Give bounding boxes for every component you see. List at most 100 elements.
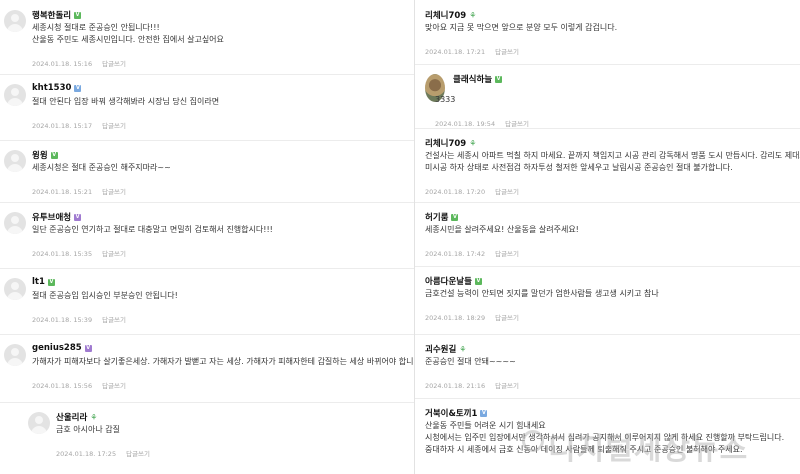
comment-line: 절대 안된다 입장 바꿔 생각해봐라 시장님 당신 집이라면 — [32, 97, 220, 106]
member-badge-icon: V — [50, 151, 58, 159]
comment-author[interactable]: 윙윙 V — [32, 149, 58, 161]
reply-button[interactable]: 답글쓰기 — [102, 316, 126, 324]
comment-meta: 2024.01.18. 17:42 답글쓰기 — [425, 248, 519, 258]
comment-author[interactable]: 괴수원길 ⚘ — [425, 343, 466, 355]
reply-button[interactable]: 답글쓰기 — [495, 382, 519, 390]
watermark-logo-icon — [522, 430, 544, 452]
comment-author[interactable]: 클래식하늘 V — [453, 73, 503, 85]
comment-author-name[interactable]: 클래식하늘 — [453, 73, 492, 85]
comment-author-name[interactable]: 산울리라 — [56, 411, 87, 423]
watermark: 디지털세상뉴스 — [548, 432, 749, 467]
comment-author[interactable]: 리체니709 ⚘ — [425, 9, 476, 21]
comment-author-name[interactable]: kht1530 — [32, 83, 71, 93]
comment-item: 허기룸 V 세종시민을 살려주세요! 산울동을 살려주세요! 2024.01.18. … — [415, 202, 800, 267]
comment-author[interactable]: 유투브애청 V — [32, 211, 82, 223]
avatar[interactable] — [4, 84, 26, 106]
reply-button[interactable]: 답글쓰기 — [102, 382, 126, 390]
comment-line: 맞아요 지금 못 막으면 앞으로 분양 모두 이렇게 갑겁니다. — [425, 23, 618, 32]
comment-author-name[interactable]: 유투브애청 — [32, 211, 71, 223]
avatar[interactable] — [4, 150, 26, 172]
member-badge-icon: V — [47, 278, 55, 286]
reply-button[interactable]: 답글쓰기 — [126, 450, 150, 458]
comment-author-name[interactable]: 괴수원길 — [425, 343, 456, 355]
comment-text: 일단 준공승인 연기하고 절대로 대충말고 면밀히 검토해서 진행합시다!!! — [32, 224, 273, 236]
comment-line: 가해자가 피해자보다 살기좋은세상. 가해자가 발뻗고 자는 세상. 가해자가 … — [32, 357, 414, 366]
comment-author[interactable]: 산울리라 ⚘ — [56, 411, 97, 423]
leaf-badge-icon: ⚘ — [459, 344, 467, 354]
comment-author-name[interactable]: 리체니709 — [425, 9, 466, 21]
comment-line: 금호건설 능력이 안되면 짓지를 말던가 엄한사람들 생고생 시키고 참나 — [425, 289, 659, 298]
comment-item: 산울리라 ⚘ 금호 아시아나 갑질 2024.01.18. 17:25 답글쓰기 — [0, 402, 414, 474]
reply-button[interactable]: 답글쓰기 — [495, 314, 519, 322]
comment-meta: 2024.01.18. 17:20 답글쓰기 — [425, 186, 519, 196]
comment-line: 미시공 하자 상태로 사전점검 하자투성 철저한 앞세우고 날림시공 준공승인 … — [425, 163, 733, 172]
comment-line: 준공승인 절대 안돼~~~~ — [425, 357, 516, 366]
member-badge-icon: V — [74, 84, 82, 92]
comment-item: 괴수원길 ⚘ 준공승인 절대 안돼~~~~ 2024.01.18. 21:16 답글쓰기 — [415, 334, 800, 399]
comment-author-name[interactable]: 아름다운날들 — [425, 275, 472, 287]
comment-author-name[interactable]: 행복한돌리 — [32, 9, 71, 21]
comment-item: 유투브애청 V 일단 준공승인 연기하고 절대로 대충말고 면밀히 검토해서 진행합… — [0, 202, 414, 269]
comment-date: 2024.01.18. 17:42 — [425, 250, 486, 258]
comment-author[interactable]: 허기룸 V — [425, 211, 459, 223]
comment-meta: 2024.01.18. 17:25 답글쓰기 — [56, 448, 150, 458]
comment-text: 건설사는 세종시 아파트 먹칠 하지 마세요. 끝까지 책임지고 시공 관리 감… — [425, 150, 800, 174]
comment-author[interactable]: 거북이&토끼1 V — [425, 407, 488, 419]
member-badge-icon: V — [74, 11, 82, 19]
reply-button[interactable]: 답글쓰기 — [495, 48, 519, 56]
comment-author[interactable]: lt1 V — [32, 277, 55, 287]
reply-button[interactable]: 답글쓰기 — [102, 122, 126, 130]
leaf-badge-icon: ⚘ — [469, 138, 477, 148]
member-badge-icon: V — [474, 277, 482, 285]
comment-item: 클래식하늘 V 3333 2024.01.18. 19:54 답글쓰기 — [415, 64, 800, 129]
comment-author[interactable]: genius285 V — [32, 343, 92, 353]
comment-line: 세종시청은 절대 준공승인 해주지마라~~ — [32, 163, 171, 172]
reply-button[interactable]: 답글쓰기 — [505, 120, 529, 128]
comment-text: 맞아요 지금 못 막으면 앞으로 분양 모두 이렇게 갑겁니다. — [425, 22, 617, 34]
comment-date: 2024.01.18. 15:17 — [32, 122, 93, 130]
comment-date: 2024.01.18. 18:29 — [425, 314, 486, 322]
member-badge-icon: V — [84, 344, 92, 352]
comment-line: 산울동 주민도 세종시민입니다. 안전한 집에서 살고싶어요 — [32, 35, 224, 44]
reply-button[interactable]: 답글쓰기 — [102, 188, 126, 196]
comment-line: 세종시민을 살려주세요! 산울동을 살려주세요! — [425, 225, 579, 234]
comment-author-name[interactable]: 리체니709 — [425, 137, 466, 149]
comment-author-name[interactable]: 거북이&토끼1 — [425, 407, 477, 419]
avatar[interactable] — [4, 212, 26, 234]
comment-author[interactable]: 리체니709 ⚘ — [425, 137, 476, 149]
comment-item: genius285 V 가해자가 피해자보다 살기좋은세상. 가해자가 발뻗고 자는… — [0, 334, 414, 403]
comment-author-name[interactable]: 허기룸 — [425, 211, 448, 223]
comment-author[interactable]: 아름다운날들 V — [425, 275, 482, 287]
comment-author[interactable]: kht1530 V — [32, 83, 82, 93]
comment-meta: 2024.01.18. 18:29 답글쓰기 — [425, 312, 519, 322]
comment-date: 2024.01.18. 17:21 — [425, 48, 486, 56]
comment-author[interactable]: 행복한돌리 V — [32, 9, 82, 21]
comment-author-name[interactable]: 윙윙 — [32, 149, 48, 161]
comment-meta: 2024.01.18. 21:16 답글쓰기 — [425, 380, 519, 390]
comment-meta: 2024.01.18. 15:56 답글쓰기 — [32, 380, 126, 390]
comment-text: 준공승인 절대 안돼~~~~ — [425, 356, 516, 368]
comment-date: 2024.01.18. 15:16 — [32, 60, 93, 68]
avatar[interactable] — [28, 412, 50, 434]
reply-button[interactable]: 답글쓰기 — [495, 188, 519, 196]
comment-text: 가해자가 피해자보다 살기좋은세상. 가해자가 발뻗고 자는 세상. 가해자가 … — [32, 356, 414, 368]
reply-button[interactable]: 답글쓰기 — [495, 250, 519, 258]
comment-item: 리체니709 ⚘ 맞아요 지금 못 막으면 앞으로 분양 모두 이렇게 갑겁니다. 2… — [415, 0, 800, 65]
comment-item: kht1530 V 절대 안된다 입장 바꿔 생각해봐라 시장님 당신 집이라면 20… — [0, 74, 414, 141]
member-badge-icon: V — [74, 213, 82, 221]
avatar[interactable] — [4, 10, 26, 32]
comment-author-name[interactable]: lt1 — [32, 277, 45, 287]
comment-text: 세종시민을 살려주세요! 산울동을 살려주세요! — [425, 224, 579, 236]
comment-meta: 2024.01.18. 15:35 답글쓰기 — [32, 248, 126, 258]
reply-button[interactable]: 답글쓰기 — [102, 250, 126, 258]
comment-line: 절대 준공승임 임시승인 부분승인 안됩니다! — [32, 291, 178, 300]
comment-meta: 2024.01.18. 15:21 답글쓰기 — [32, 186, 126, 196]
reply-button[interactable]: 답글쓰기 — [102, 60, 126, 68]
member-badge-icon: V — [451, 213, 459, 221]
avatar[interactable] — [4, 344, 26, 366]
comment-line: 세종시청 절대로 준공승인 안됩니다!!! — [32, 23, 160, 32]
comment-author-name[interactable]: genius285 — [32, 343, 82, 353]
comment-line: 3333 — [435, 95, 456, 104]
member-badge-icon: V — [495, 75, 503, 83]
avatar[interactable] — [4, 278, 26, 300]
